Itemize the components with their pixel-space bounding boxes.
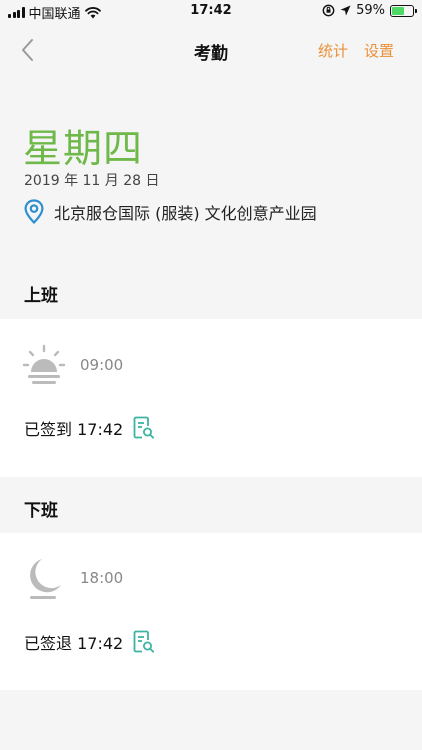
location-row[interactable]: 北京服仓国际 (服装) 文化创意产业园 [24, 199, 317, 224]
on-duty-card: 09:00 已签到 17:42 [0, 319, 422, 477]
stats-button[interactable]: 统计 [318, 40, 348, 61]
off-duty-signed-row: 已签退 17:42 [24, 630, 155, 654]
sunrise-icon [22, 344, 66, 384]
page-title: 考勤 [194, 44, 228, 64]
settings-button[interactable]: 设置 [364, 40, 394, 61]
off-duty-signed-text: 已签退 17:42 [24, 634, 124, 653]
on-duty-heading: 上班 [24, 286, 58, 306]
status-right: 59% [322, 3, 417, 18]
rotation-lock-icon [322, 4, 335, 17]
battery-percent: 59% [356, 3, 385, 18]
off-duty-schedule-row: 18:00 [22, 555, 123, 601]
on-duty-scheduled-time: 09:00 [80, 356, 124, 374]
off-duty-card: 18:00 已签退 17:42 [0, 533, 422, 690]
off-duty-scheduled-time: 18:00 [80, 569, 124, 587]
battery-icon [390, 4, 417, 17]
weekday-title: 星期四 [23, 127, 144, 172]
status-bar: 中国联通 17:42 59% [0, 0, 422, 22]
record-search-icon[interactable] [133, 630, 155, 654]
navigation-bar: 考勤 统计 设置 [0, 28, 422, 72]
off-duty-heading: 下班 [24, 501, 58, 521]
on-duty-signed-row: 已签到 17:42 [24, 416, 155, 440]
location-pin-icon [24, 199, 44, 224]
battery-fill [392, 6, 404, 15]
location-arrow-icon [340, 5, 351, 16]
date-label: 2019 年 11 月 28 日 [24, 173, 160, 189]
location-label: 北京服仓国际 (服装) 文化创意产业园 [54, 203, 317, 223]
on-duty-signed-text: 已签到 17:42 [24, 420, 124, 439]
moon-icon [30, 559, 61, 599]
on-duty-schedule-row: 09:00 [22, 343, 123, 387]
record-search-icon[interactable] [133, 416, 155, 440]
